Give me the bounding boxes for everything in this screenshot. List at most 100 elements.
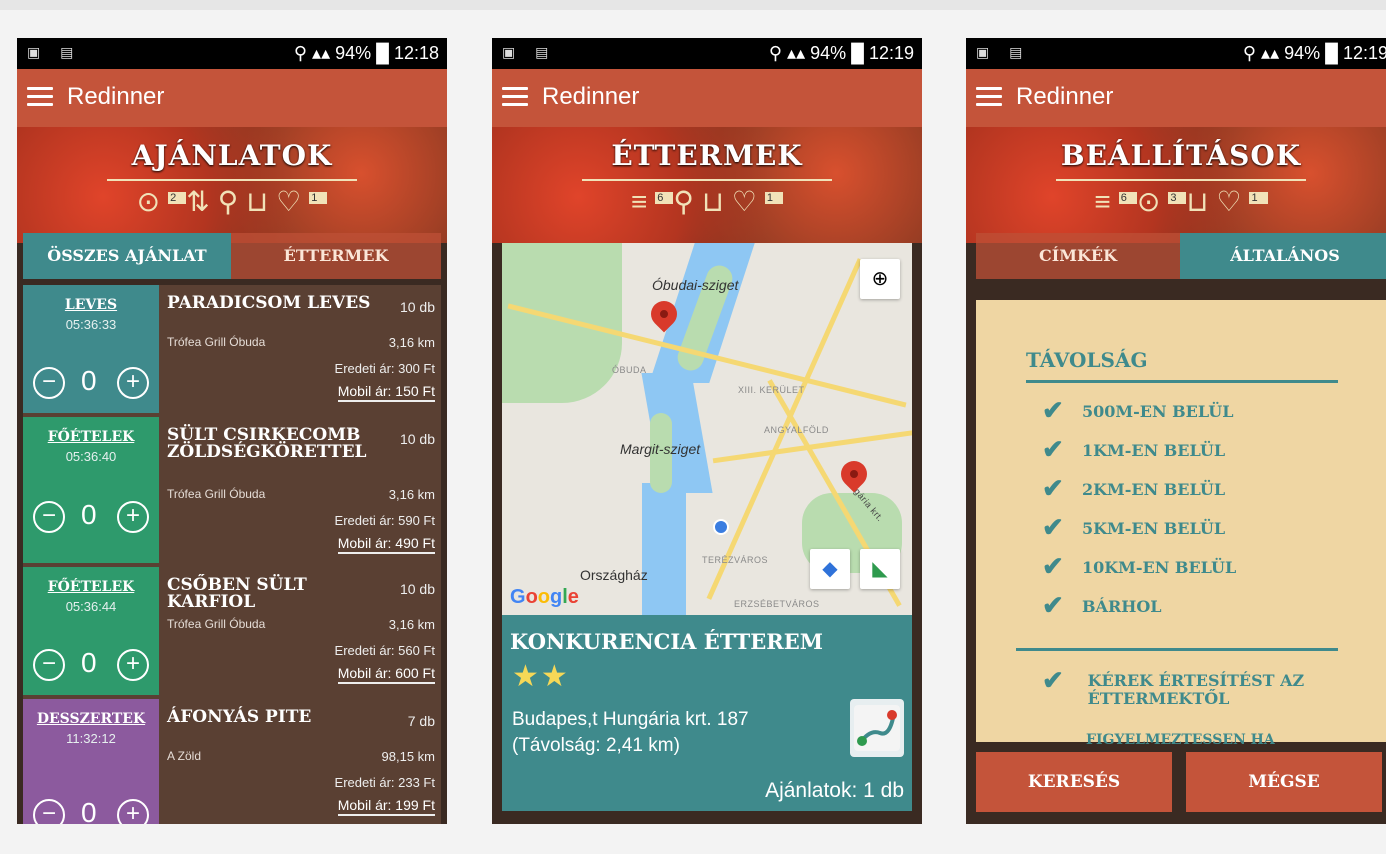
list-item[interactable]: FŐÉTELEK 05:36:44 − 0 + CSŐBEN SÜLT KARF… xyxy=(23,567,441,695)
clock: 12:19 xyxy=(868,43,914,63)
restaurant-info-card[interactable]: KONKURENCIA ÉTTEREM ★★ Budapes,t Hungári… xyxy=(502,615,912,811)
dish-quantity: 10 db xyxy=(399,431,435,447)
restaurant-name: Trófea Grill Óbuda xyxy=(167,617,266,631)
distance-line: (Távolság: 2,41 km) xyxy=(512,735,680,756)
page-title: BEÁLLÍTÁSOK xyxy=(1060,139,1302,172)
dish-name: ÁFONYÁS PITE xyxy=(167,707,312,727)
status-right: ⚲ ▴▴ 94% █ 12:19 xyxy=(769,43,914,64)
list-filter-icon[interactable]: ≡ 6 xyxy=(1094,186,1137,217)
tab-general[interactable]: ÁLTALÁNOS xyxy=(1180,233,1386,279)
park-area xyxy=(502,243,622,403)
minus-button[interactable]: − xyxy=(33,649,65,681)
google-maps-icon[interactable]: ◣ xyxy=(860,549,900,589)
hero-banner: ÉTTERMEK ≡ 6⚲⊔♡ 1 xyxy=(492,127,922,243)
dish-name: SÜLT CSIRKECOMB ZÖLDSÉGKÖRETTEL xyxy=(167,425,367,462)
list-filter-icon[interactable]: ≡ 6 xyxy=(631,186,674,217)
signal-icon: ▴▴ xyxy=(312,43,331,63)
status-right: ⚲ ▴▴ 94% █ 12:18 xyxy=(294,43,439,64)
signal-icon: ▴▴ xyxy=(787,43,806,63)
my-location-icon[interactable]: ⊕ xyxy=(860,259,900,299)
battery-percent: 94% xyxy=(1284,43,1321,63)
map-label: ERZSÉBETVÁROS xyxy=(734,599,820,609)
menu-icon[interactable] xyxy=(976,87,1002,107)
option-500m[interactable]: ✔ 500M-EN BELÜL xyxy=(1042,396,1233,426)
distance: 3,16 km xyxy=(388,335,435,350)
dish-name: CSŐBEN SÜLT KARFIOL xyxy=(167,575,307,612)
google-logo: Google xyxy=(510,586,579,608)
basket-icon[interactable]: ⊔ xyxy=(246,186,276,217)
category-name: LEVES xyxy=(64,297,118,313)
search-icon[interactable]: ⚲ xyxy=(218,186,247,217)
hero-banner: AJÁNLATOK ⊙ 2⇅⚲⊔♡ 1 xyxy=(17,127,447,243)
option-10km[interactable]: ✔ 10KM-EN BELÜL xyxy=(1042,552,1236,582)
status-bar: ▣ ▤ ⚲ ▴▴ 94% █ 12:19 xyxy=(966,38,1386,69)
plus-button[interactable]: + xyxy=(117,367,149,399)
list-item[interactable]: FŐÉTELEK 05:36:40 − 0 + SÜLT CSIRKECOMB … xyxy=(23,417,441,563)
tab-all-offers[interactable]: ÖSSZES AJÁNLAT xyxy=(23,233,231,279)
menu-icon[interactable] xyxy=(502,87,528,107)
check-icon: ✔ xyxy=(1042,396,1064,426)
basket-icon[interactable]: ⊔ xyxy=(1186,186,1216,217)
menu-icon[interactable] xyxy=(27,87,53,107)
notify-option[interactable]: ✔ KÉREK ÉRTESÍTÉST AZ ÉTTERMEKTŐL xyxy=(1042,668,1318,708)
map-view[interactable]: Óbudai-sziget ÓBUDA XIII. KERÜLET ANGYAL… xyxy=(502,243,912,615)
tab-bar: CÍMKÉK ÁLTALÁNOS xyxy=(976,233,1386,279)
option-2km[interactable]: ✔ 2KM-EN BELÜL xyxy=(1042,474,1225,504)
option-anywhere[interactable]: ✔ BÁRHOL xyxy=(1042,591,1162,621)
location-filter-icon[interactable]: ⊙ 3 xyxy=(1137,186,1187,217)
category-name: FŐÉTELEK xyxy=(47,429,135,445)
map-label: XIII. KERÜLET xyxy=(738,385,805,395)
heart-icon[interactable]: ♡ 1 xyxy=(1216,186,1268,217)
phone-screen-offers: ▣ ▤ ⚲ ▴▴ 94% █ 12:18 Redinner AJÁNLATOK … xyxy=(17,38,447,824)
plus-button[interactable]: + xyxy=(117,501,149,533)
partial-option-label: FIGYELMEZTESSEN HA xyxy=(1086,732,1275,748)
minus-button[interactable]: − xyxy=(33,501,65,533)
mobile-price: Mobil ár: 490 Ft xyxy=(337,535,435,554)
search-button[interactable]: KERESÉS xyxy=(976,752,1172,812)
rating-stars: ★★ xyxy=(512,660,570,693)
route-map-icon[interactable] xyxy=(850,699,904,757)
location-filter-icon[interactable]: ⊙ 2 xyxy=(137,186,187,217)
map-label: TERÉZVÁROS xyxy=(702,555,769,565)
status-right: ⚲ ▴▴ 94% █ 12:19 xyxy=(1243,43,1386,64)
app-bar: Redinner xyxy=(492,69,922,127)
check-icon: ✔ xyxy=(1042,513,1064,543)
minus-button[interactable]: − xyxy=(33,799,65,824)
settings-panel: TÁVOLSÁG ✔ 500M-EN BELÜL ✔ 1KM-EN BELÜL ✔ 2… xyxy=(976,300,1386,748)
dish-cell: CSŐBEN SÜLT KARFIOL 10 db Trófea Grill Ó… xyxy=(165,567,441,695)
search-icon[interactable]: ⚲ xyxy=(673,186,702,217)
original-price: Eredeti ár: 300 Ft xyxy=(334,361,435,376)
phone-screen-settings: ▣ ▤ ⚲ ▴▴ 94% █ 12:19 Redinner BEÁLLÍTÁSO… xyxy=(966,38,1386,824)
plus-button[interactable]: + xyxy=(117,649,149,681)
category-name: FŐÉTELEK xyxy=(47,579,135,595)
battery-icon: █ xyxy=(1325,43,1338,63)
cancel-button[interactable]: MÉGSE xyxy=(1186,752,1382,812)
check-icon: ✔ xyxy=(1042,474,1064,504)
heart-icon[interactable]: ♡ 1 xyxy=(732,186,784,217)
plus-button[interactable]: + xyxy=(117,799,149,824)
tab-restaurants[interactable]: ÉTTERMEK xyxy=(231,233,441,279)
list-item[interactable]: LEVES 05:36:33 − 0 + PARADICSOM LEVES 10… xyxy=(23,285,441,413)
mobile-price: Mobil ár: 199 Ft xyxy=(337,797,435,816)
map-pin[interactable] xyxy=(835,455,873,493)
tab-labels[interactable]: CÍMKÉK xyxy=(976,233,1180,279)
heart-icon[interactable]: ♡ 1 xyxy=(276,186,328,217)
directions-icon[interactable]: ◆ xyxy=(810,549,850,589)
category-cell: FŐÉTELEK 05:36:44 − 0 + xyxy=(23,567,159,695)
quantity-value: 0 xyxy=(81,365,97,396)
sort-icon[interactable]: ⇅ xyxy=(186,186,217,217)
top-band xyxy=(0,0,1386,10)
basket-icon[interactable]: ⊔ xyxy=(702,186,732,217)
dish-quantity: 7 db xyxy=(407,713,435,729)
option-5km[interactable]: ✔ 5KM-EN BELÜL xyxy=(1042,513,1225,543)
my-location-dot xyxy=(713,519,729,535)
signal-icon: ▴▴ xyxy=(1261,43,1280,63)
dish-quantity: 10 db xyxy=(399,299,435,315)
list-item[interactable]: DESSZERTEK 11:32:12 − 0 + ÁFONYÁS PITE 7… xyxy=(23,699,441,824)
distance: 98,15 km xyxy=(381,749,435,764)
category-cell: DESSZERTEK 11:32:12 − 0 + xyxy=(23,699,159,824)
option-1km[interactable]: ✔ 1KM-EN BELÜL xyxy=(1042,435,1225,465)
minus-button[interactable]: − xyxy=(33,367,65,399)
category-cell: LEVES 05:36:33 − 0 + xyxy=(23,285,159,413)
hero-banner: BEÁLLÍTÁSOK ≡ 6⊙ 3⊔♡ 1 xyxy=(966,127,1386,243)
